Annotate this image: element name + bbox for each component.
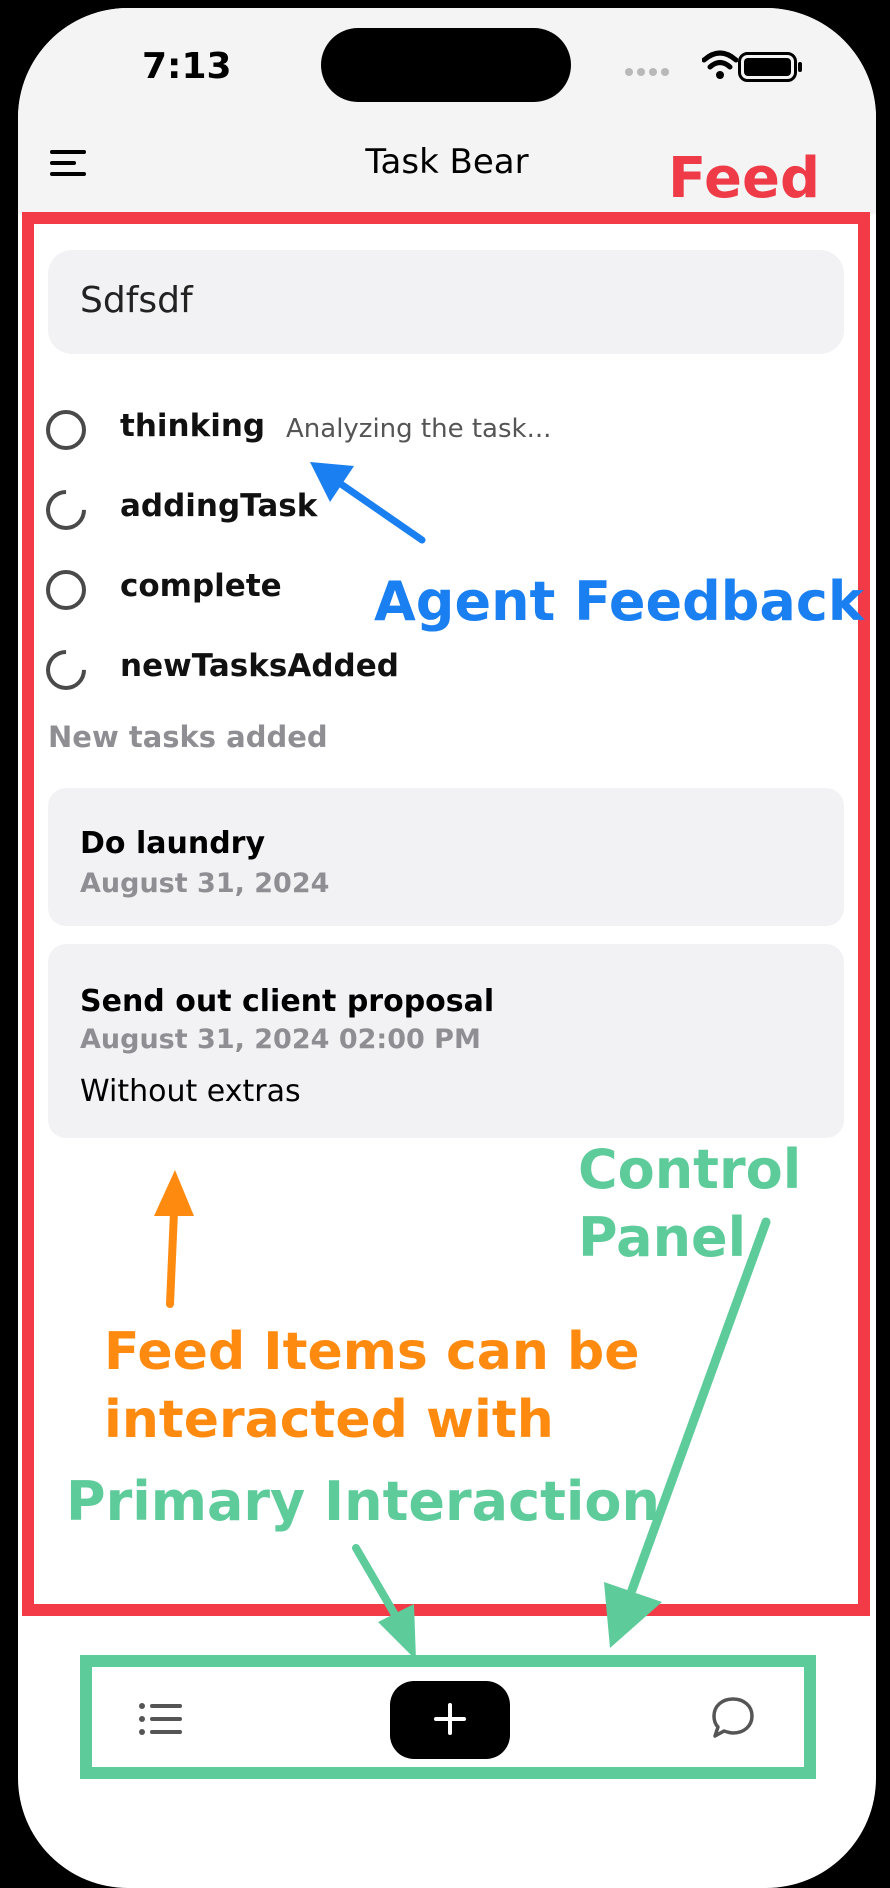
control-panel	[80, 1655, 816, 1779]
feed-annotation: Feed	[668, 146, 821, 211]
prompt-text: Sdfsdf	[80, 280, 193, 321]
step-label: addingTask	[120, 488, 318, 524]
section-label-new-tasks: New tasks added	[48, 720, 328, 754]
chat-bubble-icon[interactable]	[710, 1695, 756, 1741]
prompt-card[interactable]: Sdfsdf	[48, 250, 844, 354]
agent-step-adding-task: addingTask	[37, 481, 826, 540]
dynamic-island	[321, 28, 571, 102]
plus-icon	[434, 1702, 466, 1735]
task-card[interactable]: Do laundry August 31, 2024	[48, 788, 844, 926]
task-note: Without extras	[80, 1074, 301, 1109]
agent-step-thinking: thinking Analyzing the task...	[37, 401, 826, 460]
control-panel-annotation: Control Panel	[578, 1136, 801, 1272]
feed-items-annotation-line2: interacted with	[104, 1390, 554, 1450]
step-detail: Analyzing the task...	[286, 414, 552, 444]
status-bar: 7:13	[18, 8, 876, 130]
feed-items-annotation: Feed Items can be interacted with	[104, 1318, 640, 1454]
task-date: August 31, 2024 02:00 PM	[80, 1024, 481, 1055]
task-date: August 31, 2024	[80, 868, 330, 899]
primary-interaction-annotation: Primary Interaction	[66, 1470, 660, 1533]
progress-ring-icon	[37, 561, 95, 619]
agent-step-new-tasks-added: newTasksAdded	[37, 641, 826, 700]
cellular-signal-icon	[625, 68, 669, 76]
battery-icon	[738, 52, 802, 82]
progress-ring-icon	[37, 481, 95, 539]
step-label: newTasksAdded	[120, 648, 399, 684]
control-panel-annotation-line2: Panel	[578, 1206, 747, 1269]
control-panel-annotation-line1: Control	[578, 1138, 802, 1201]
step-label: thinking	[120, 408, 266, 444]
task-card[interactable]: Send out client proposal August 31, 2024…	[48, 944, 844, 1138]
phone-screen: 7:13 Task Bear Feed Sdfsdf thinking Anal…	[18, 8, 876, 1888]
task-title: Do laundry	[80, 826, 266, 861]
list-icon[interactable]	[138, 1701, 184, 1737]
task-title: Send out client proposal	[80, 984, 495, 1019]
add-task-button[interactable]	[390, 1681, 510, 1759]
progress-ring-icon	[37, 641, 95, 699]
wifi-icon	[702, 50, 738, 79]
step-label: complete	[120, 568, 282, 604]
feed-items-annotation-line1: Feed Items can be	[104, 1322, 640, 1382]
status-time: 7:13	[142, 46, 232, 87]
progress-ring-icon	[37, 401, 95, 459]
agent-feedback-annotation: Agent Feedback	[374, 570, 864, 633]
